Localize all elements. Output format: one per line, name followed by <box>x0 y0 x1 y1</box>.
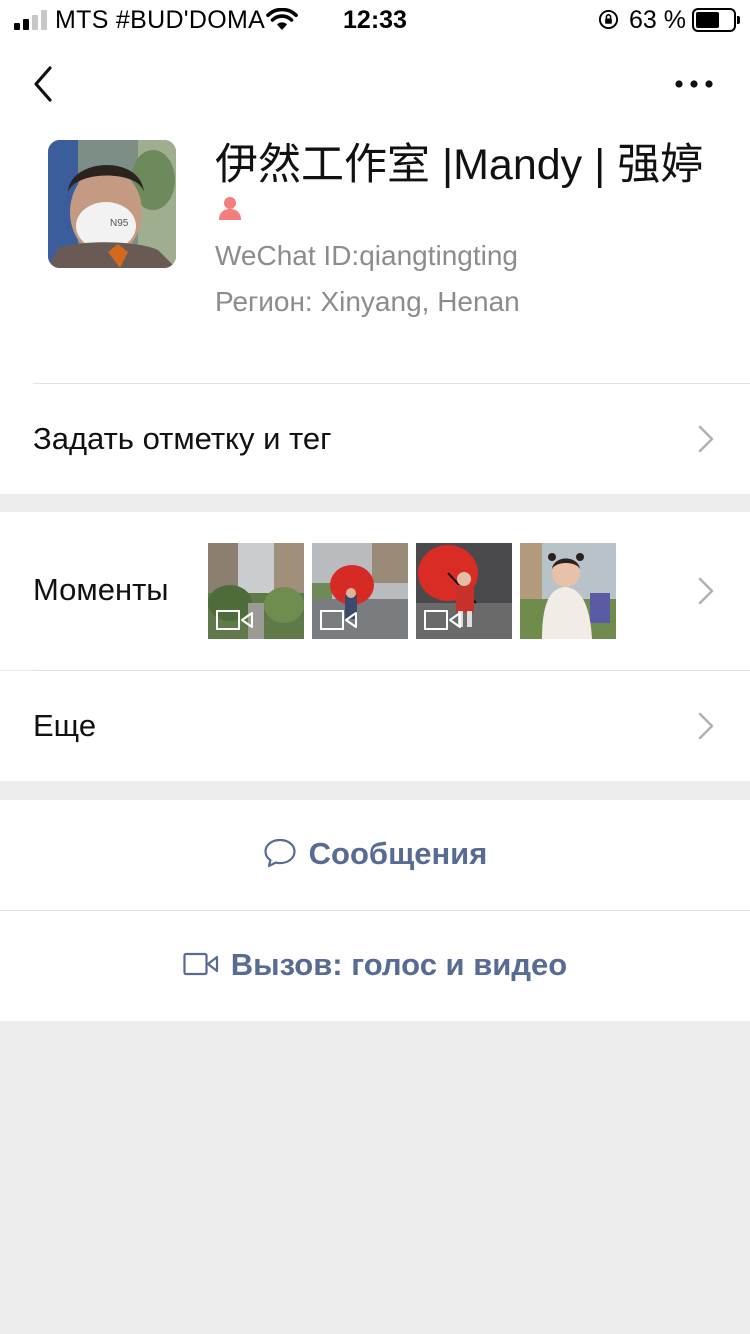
moments-thumbnail <box>416 543 512 639</box>
moments-label: Моменты <box>33 572 169 607</box>
wechat-id: WeChat ID:qiangtingting <box>215 240 518 271</box>
chevron-right-icon <box>698 577 714 605</box>
voice-video-call-button[interactable]: Вызов: голос и видео <box>0 911 750 1021</box>
chevron-right-icon <box>698 712 714 740</box>
video-camera-icon <box>183 952 218 975</box>
set-remark-tag-row[interactable]: Задать отметку и тег <box>0 384 750 494</box>
female-icon <box>219 197 241 220</box>
send-message-label: Сообщения <box>308 836 488 871</box>
video-badge-icon <box>216 610 253 630</box>
send-message-button[interactable]: Сообщения <box>0 800 750 910</box>
battery-percent: 63 % <box>629 6 686 34</box>
contact-profile-screen: MTS #BUD'DOMA 12:33 63 % N95 伊然工作室 |Mand… <box>0 0 750 1334</box>
back-icon[interactable] <box>28 64 58 104</box>
avatar[interactable]: N95 <box>48 140 176 268</box>
video-badge-icon <box>424 610 461 630</box>
moments-row[interactable]: Моменты <box>0 512 750 670</box>
status-bar: MTS #BUD'DOMA 12:33 63 % <box>0 0 750 40</box>
chat-bubble-icon <box>264 838 296 867</box>
send-message-content: Сообщения <box>0 836 750 872</box>
voice-video-call-content: Вызов: голос и видео <box>0 947 750 983</box>
region: Регион: Xinyang, Henan <box>215 286 520 317</box>
moments-thumbnail <box>208 543 304 639</box>
moments-thumbnail <box>520 543 616 639</box>
contact-name: 伊然工作室 |Mandy | 强婷 <box>215 141 704 189</box>
battery-icon <box>692 8 740 32</box>
rotation-lock-icon <box>598 9 619 30</box>
more-info-label: Еще <box>33 708 97 743</box>
video-badge-icon <box>320 610 357 630</box>
voice-video-call-label: Вызов: голос и видео <box>230 947 568 982</box>
nav-bar <box>0 40 750 130</box>
svg-text:N95: N95 <box>110 218 129 229</box>
moments-thumbnail <box>312 543 408 639</box>
chevron-right-icon <box>698 425 714 453</box>
set-remark-tag-label: Задать отметку и тег <box>33 421 332 456</box>
divider <box>33 670 750 671</box>
more-dots-icon[interactable] <box>672 74 716 94</box>
profile-header: N95 伊然工作室 |Mandy | 强婷 WeChat ID:qiangtin… <box>0 130 750 384</box>
more-info-row[interactable]: Еще <box>0 671 750 781</box>
divider <box>0 910 750 911</box>
